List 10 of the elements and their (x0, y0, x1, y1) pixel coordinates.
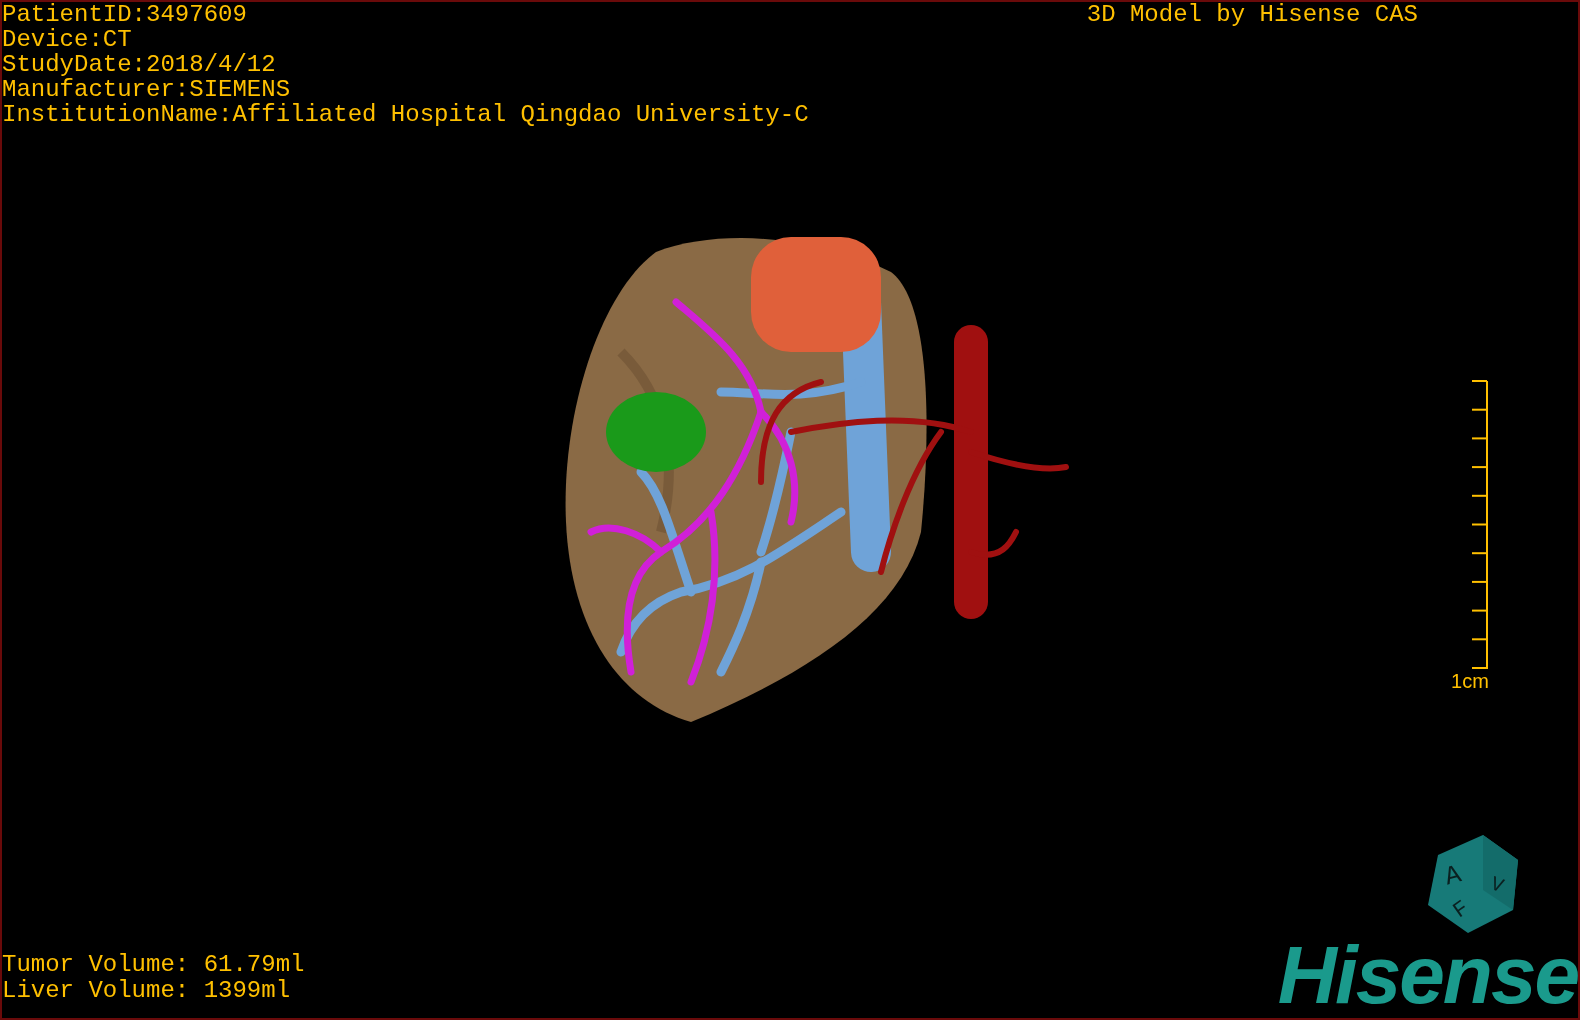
volume-text: Tumor Volume: 61.79ml (2, 952, 305, 978)
study-info-text: PatientID:3497609 (2, 2, 248, 27)
volume-text: Liver Volume: 1399ml (2, 978, 292, 1004)
study-info-text: StudyDate:2018/4/12 (2, 52, 277, 77)
scale-label: 1cm (1451, 670, 1489, 692)
study-info-text: InstitutionName:Affiliated Hospital Qingdao University-C (2, 102, 809, 127)
study-info-text: Device:CT (2, 27, 133, 52)
brand-logo: Hisense (1277, 940, 1578, 1010)
study-info-text: Manufacturer:SIEMENS (2, 77, 292, 102)
viewer-title: 3D Model by Hisense CAS (1086, 2, 1418, 30)
